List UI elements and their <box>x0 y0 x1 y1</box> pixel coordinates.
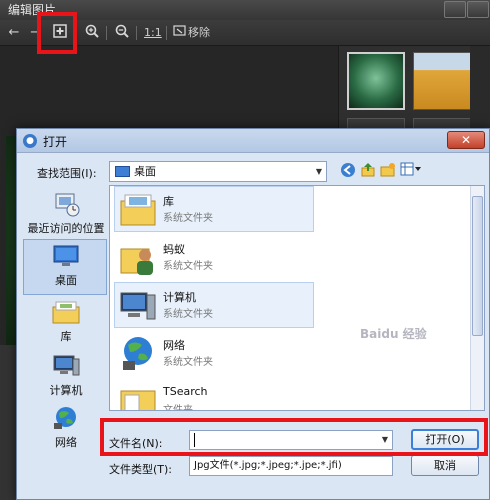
view-menu-icon[interactable] <box>399 162 423 180</box>
place-label: 最近访问的位置 <box>27 222 105 235</box>
desktop-glyph <box>53 245 79 266</box>
library-folder-icon <box>119 191 157 229</box>
file-name: 库 <box>163 195 174 208</box>
file-name: TSearch <box>163 385 208 398</box>
restore-button[interactable] <box>444 1 466 18</box>
list-item-library[interactable]: 库 系统文件夹 <box>114 186 314 232</box>
toolbar-divider <box>136 26 137 40</box>
highlight-file-name-row <box>100 418 488 456</box>
file-type: 系统文件夹 <box>163 309 213 320</box>
user-folder-icon <box>119 239 157 277</box>
zoom-in-icon[interactable] <box>84 24 100 42</box>
chevron-down-icon: ▼ <box>315 167 322 176</box>
place-label: 网络 <box>55 436 77 449</box>
toolbar-divider <box>166 26 167 40</box>
desktop-small-icon <box>115 166 130 177</box>
place-recent[interactable]: 最近访问的位置 <box>23 187 107 243</box>
network-icon <box>51 405 81 431</box>
actual-size-button[interactable]: 1:1 <box>144 24 162 42</box>
cancel-button[interactable]: 取消 <box>411 455 479 476</box>
back-arrow-icon[interactable]: ← <box>6 24 22 42</box>
dialog-titlebar: ● 打开 ✕ <box>17 129 489 153</box>
desktop-icon <box>51 243 81 269</box>
recent-places-icon <box>51 191 81 217</box>
back-nav-icon[interactable] <box>339 162 357 180</box>
place-computer[interactable]: 计算机 <box>23 349 107 405</box>
list-item-folder[interactable]: TSearch 文件夹 <box>114 378 314 411</box>
computer-glyph <box>53 355 80 376</box>
place-library[interactable]: 库 <box>23 295 107 351</box>
zoom-out-icon[interactable] <box>114 24 130 42</box>
place-label: 桌面 <box>55 274 77 287</box>
computer-icon <box>119 287 157 325</box>
look-in-dropdown[interactable]: 桌面 ▼ <box>109 161 327 182</box>
computer-large-glyph <box>120 292 156 320</box>
new-folder-icon[interactable] <box>379 162 397 180</box>
folder-icon <box>119 383 157 410</box>
look-in-value: 桌面 <box>134 165 156 178</box>
file-name: 蚂蚁 <box>163 243 185 256</box>
remove-glyph <box>172 25 186 36</box>
file-type-dropdown[interactable]: Jpg文件(*.jpg;*.jpeg;*.jpe;*.jfi) <box>189 456 393 476</box>
library-glyph <box>52 301 80 324</box>
look-in-label: 查找范围(I): <box>37 167 97 180</box>
thumbnail-leaf[interactable] <box>347 52 405 110</box>
library-icon <box>51 299 81 325</box>
places-bar: 最近访问的位置 桌面 库 计算机 网络 <box>23 187 109 449</box>
remove-icon <box>172 24 186 42</box>
dialog-title: 打开 <box>43 135 68 149</box>
new-folder-glyph <box>380 163 395 177</box>
network-glyph <box>54 407 76 429</box>
place-desktop[interactable]: 桌面 <box>23 239 107 295</box>
scrollbar-thumb[interactable] <box>472 196 483 336</box>
network-globe-icon <box>119 335 157 373</box>
view-menu-glyph <box>400 162 421 176</box>
dialog-close-button[interactable]: ✕ <box>447 131 485 149</box>
user-folder-glyph <box>120 248 153 275</box>
file-name: 网络 <box>163 339 185 352</box>
thumbnail-wheat[interactable] <box>413 52 471 110</box>
close-window-button[interactable] <box>467 1 489 18</box>
folder-glyph <box>120 390 156 410</box>
library-folder-glyph <box>120 194 156 226</box>
up-folder-glyph <box>361 163 375 177</box>
computer-icon <box>51 353 81 379</box>
file-type: 系统文件夹 <box>163 261 213 272</box>
list-item-computer[interactable]: 计算机 系统文件夹 <box>114 282 314 328</box>
file-type: 文件夹 <box>163 405 193 411</box>
place-network[interactable]: 网络 <box>23 401 107 457</box>
remove-button[interactable]: 移除 <box>188 24 210 42</box>
app-logo-icon: ● <box>23 134 37 148</box>
zoom-out-glyph <box>115 24 129 38</box>
network-globe-glyph <box>123 337 152 370</box>
back-nav-glyph <box>341 163 355 177</box>
file-list-scrollbar[interactable] <box>470 186 484 410</box>
toolbar-divider <box>106 26 107 40</box>
list-item-network[interactable]: 网络 系统文件夹 <box>114 330 314 376</box>
up-folder-icon[interactable] <box>359 162 377 180</box>
file-type-label: 文件类型(T): <box>109 463 173 476</box>
place-label: 计算机 <box>49 384 83 397</box>
file-list: 库 系统文件夹 蚂蚁 系统文件夹 计算机 系统文件夹 网络 系统文件夹 TSea… <box>109 185 485 411</box>
watermark: Baidu 经验 <box>360 327 427 341</box>
place-label: 库 <box>60 330 72 343</box>
zoom-in-glyph <box>85 24 99 38</box>
list-item-user[interactable]: 蚂蚁 系统文件夹 <box>114 234 314 280</box>
recent-places-glyph <box>55 193 80 217</box>
file-type: 系统文件夹 <box>163 213 213 224</box>
file-type: 系统文件夹 <box>163 357 213 368</box>
highlight-add-button <box>37 12 77 54</box>
file-name: 计算机 <box>163 291 196 304</box>
